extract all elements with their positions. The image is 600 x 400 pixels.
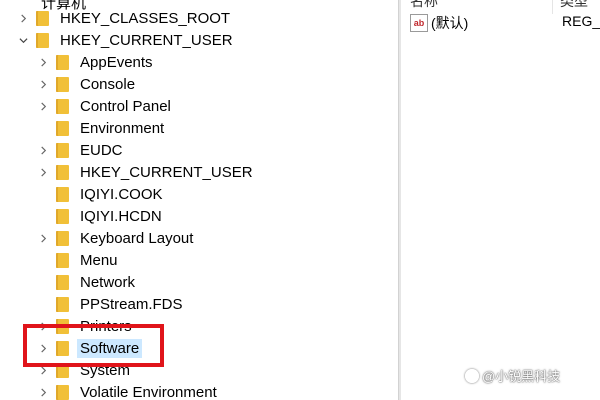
folder-icon	[36, 10, 49, 26]
tree-item-label: HKEY_CURRENT_USER	[60, 31, 233, 49]
tree-item-label: IQIYI.COOK	[80, 185, 163, 203]
watermark: @小锐黑科技	[465, 366, 560, 385]
values-pane: 名称 类型 ab (默认) REG_S	[402, 0, 600, 400]
tree-item-label: Control Panel	[80, 97, 171, 115]
tree-item-label: PPStream.FDS	[80, 295, 183, 313]
tree-item-menu[interactable]: Menu	[0, 249, 121, 271]
string-value-icon: ab	[410, 14, 428, 32]
tree-item-label: Console	[80, 75, 136, 93]
tree-item-volatile-environment[interactable]: Volatile Environment	[0, 381, 220, 400]
chevron-right-icon[interactable]	[36, 55, 50, 69]
value-row-default[interactable]: ab (默认)	[410, 13, 468, 33]
tree-item-appevents[interactable]: AppEvents	[0, 51, 156, 73]
chevron-right-icon[interactable]	[16, 11, 30, 25]
folder-icon	[56, 252, 69, 268]
folder-icon	[36, 32, 49, 48]
tree-item-label: Volatile Environment	[80, 383, 217, 400]
tree-item-control-panel[interactable]: Control Panel	[0, 95, 174, 117]
column-header-type[interactable]: 类型	[560, 0, 588, 11]
tree-item-ppstream-fds[interactable]: PPStream.FDS	[0, 293, 186, 315]
folder-icon	[56, 98, 69, 114]
tree-item-label: Menu	[80, 251, 118, 269]
watermark-logo-icon	[465, 368, 479, 383]
watermark-text: @小锐黑科技	[482, 369, 561, 384]
chevron-right-icon[interactable]	[36, 99, 50, 113]
tree-item-keyboard-layout[interactable]: Keyboard Layout	[0, 227, 196, 249]
tree-item-label: AppEvents	[80, 53, 153, 71]
tree-item-label: IQIYI.HCDN	[80, 207, 162, 225]
value-type: REG_S	[562, 13, 600, 29]
tree-item-label: HKEY_CLASSES_ROOT	[60, 9, 231, 27]
tree-root-hkey-classes-root[interactable]: HKEY_CLASSES_ROOT	[0, 7, 233, 29]
chevron-down-icon[interactable]	[16, 33, 30, 47]
folder-icon	[56, 186, 69, 202]
tree-item-iqiyi-cook[interactable]: IQIYI.COOK	[0, 183, 166, 205]
folder-icon	[56, 120, 69, 136]
folder-icon	[56, 274, 69, 290]
value-name: (默认)	[431, 15, 469, 31]
folder-icon	[56, 54, 69, 70]
folder-icon	[56, 230, 69, 246]
folder-icon	[56, 296, 69, 312]
pane-splitter[interactable]	[398, 0, 401, 400]
tree-item-iqiyi-hcdn[interactable]: IQIYI.HCDN	[0, 205, 165, 227]
tree-item-label: EUDC	[80, 141, 123, 159]
chevron-right-icon[interactable]	[36, 143, 50, 157]
chevron-right-icon[interactable]	[36, 165, 50, 179]
folder-icon	[56, 164, 69, 180]
folder-icon	[56, 142, 69, 158]
tree-item-environment[interactable]: Environment	[0, 117, 167, 139]
chevron-right-icon[interactable]	[36, 385, 50, 399]
chevron-right-icon[interactable]	[36, 231, 50, 245]
tree-item-network[interactable]: Network	[0, 271, 138, 293]
folder-icon	[56, 76, 69, 92]
chevron-right-icon[interactable]	[36, 77, 50, 91]
column-divider[interactable]	[552, 0, 553, 14]
folder-icon	[56, 208, 69, 224]
folder-icon	[56, 384, 69, 400]
column-header-name[interactable]: 名称	[410, 0, 438, 11]
tree-item-label: HKEY_CURRENT_USER	[80, 163, 253, 181]
highlight-box	[23, 324, 164, 367]
tree-item-label: Environment	[80, 119, 165, 137]
tree-item-eudc[interactable]: EUDC	[0, 139, 126, 161]
tree-item-console[interactable]: Console	[0, 73, 138, 95]
tree-root-hkey-current-user[interactable]: HKEY_CURRENT_USER	[0, 29, 236, 51]
tree-item-label: Network	[80, 273, 136, 291]
tree-item-hkey-current-user[interactable]: HKEY_CURRENT_USER	[0, 161, 256, 183]
tree-item-label: Keyboard Layout	[80, 229, 194, 247]
